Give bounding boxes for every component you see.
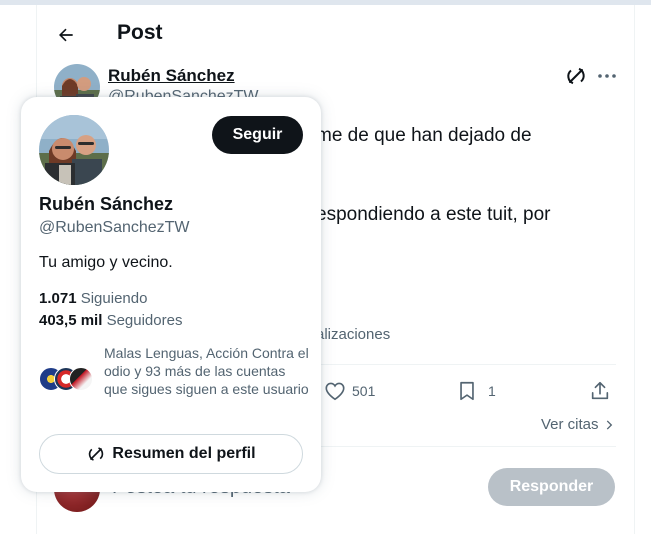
mutual-followers-text[interactable]: Malas Lenguas, Acción Contra el odio y 9…: [104, 344, 309, 398]
bookmark-button[interactable]: 1: [456, 380, 496, 402]
followers-count: 403,5 mil: [39, 312, 103, 329]
bookmark-icon: [460, 381, 474, 401]
like-button[interactable]: 501: [324, 380, 375, 402]
more-options-icon[interactable]: [596, 66, 618, 86]
like-count: 501: [352, 383, 376, 399]
column-border: [634, 5, 635, 534]
back-button[interactable]: [51, 20, 81, 50]
views-count[interactable]: alizaciones: [316, 326, 390, 343]
hovercard-name[interactable]: Rubén Sánchez: [39, 194, 173, 215]
heart-icon: [325, 382, 345, 401]
followers-label: Seguidores: [106, 312, 183, 329]
hovercard-avatar[interactable]: [39, 115, 109, 185]
profile-summary-label: Resumen del perfil: [112, 445, 256, 462]
mutual-avatar: [69, 367, 93, 391]
profile-summary-button[interactable]: Resumen del perfil: [39, 434, 303, 474]
bookmark-count: 1: [488, 383, 496, 399]
profile-hovercard: Seguir Rubén Sánchez @RubenSanchezTW Tu …: [21, 97, 321, 492]
hovercard-handle[interactable]: @RubenSanchezTW: [39, 219, 190, 237]
follow-button[interactable]: Seguir: [212, 116, 303, 154]
chevron-right-icon: [606, 419, 612, 430]
tweet-text-line: me de que han dejado de: [316, 125, 532, 146]
mutual-followers-avatars[interactable]: [39, 367, 93, 393]
followers-stat[interactable]: 403,5 mil Seguidores: [39, 312, 182, 329]
view-quotes-label: Ver citas: [541, 416, 599, 433]
grok-icon[interactable]: [564, 64, 588, 88]
share-button[interactable]: [589, 380, 611, 402]
arrow-left-icon: [59, 28, 73, 42]
share-icon: [591, 381, 609, 400]
post-header: Post: [37, 5, 634, 61]
view-quotes-link[interactable]: Ver citas: [541, 416, 616, 433]
following-label: Siguiendo: [80, 290, 148, 307]
author-name[interactable]: Rubén Sánchez: [108, 66, 235, 86]
following-stat[interactable]: 1.071 Siguiendo: [39, 290, 147, 307]
tweet-text-line: espondiendo a este tuit, por: [316, 204, 551, 225]
page-title: Post: [117, 21, 163, 44]
following-count: 1.071: [39, 290, 77, 307]
avatar-photo: [39, 115, 109, 185]
hovercard-bio: Tu amigo y vecino.: [39, 254, 173, 271]
grok-icon: [89, 447, 104, 461]
reply-button[interactable]: Responder: [488, 468, 615, 506]
